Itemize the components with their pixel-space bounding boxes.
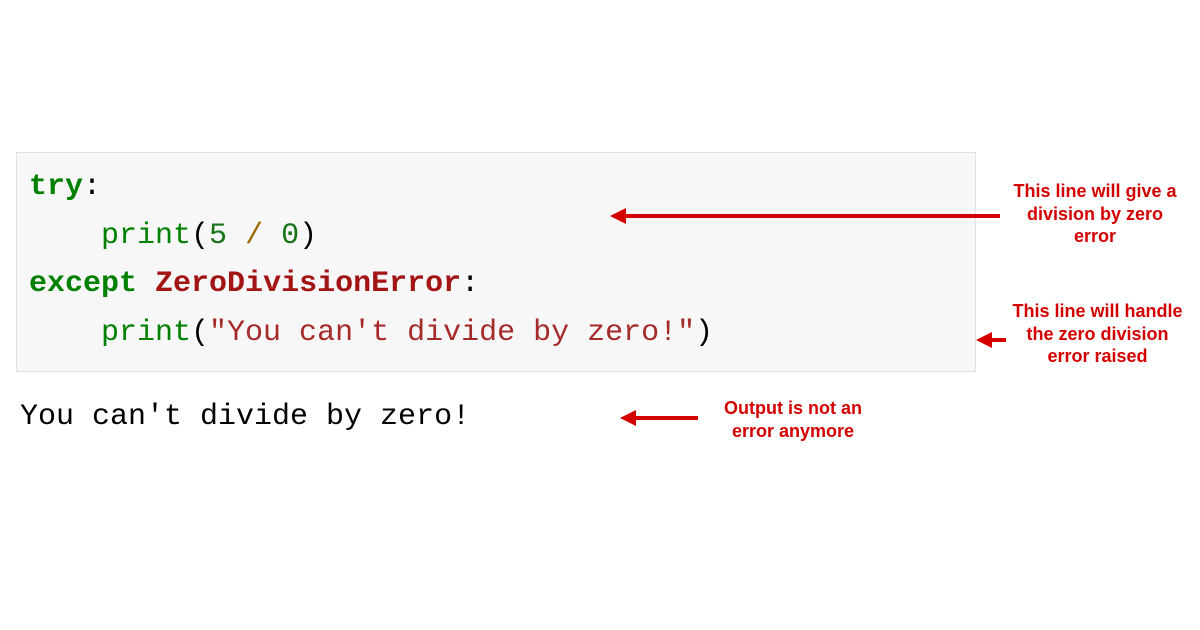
fn-print: print xyxy=(101,316,191,350)
op-slash: / xyxy=(245,219,263,253)
keyword-try: try xyxy=(29,170,83,204)
indent xyxy=(29,219,101,253)
rparen: ) xyxy=(299,219,317,253)
number-5: 5 xyxy=(209,219,227,253)
output-text: You can't divide by zero! xyxy=(20,400,470,434)
space xyxy=(263,219,281,253)
annotation-3: Output is not an error anymore xyxy=(702,397,884,442)
exception-name: ZeroDivisionError xyxy=(155,267,461,301)
space xyxy=(227,219,245,253)
rparen: ) xyxy=(695,316,713,350)
lparen: ( xyxy=(191,219,209,253)
lparen: ( xyxy=(191,316,209,350)
annotation-1: This line will give a division by zero e… xyxy=(1010,180,1180,248)
colon: : xyxy=(461,267,479,301)
annotation-2: This line will handle the zero division … xyxy=(1010,300,1185,368)
string-literal: "You can't divide by zero!" xyxy=(209,316,695,350)
fn-print: print xyxy=(101,219,191,253)
indent xyxy=(29,316,101,350)
colon: : xyxy=(83,170,101,204)
code-block: try: print(5 / 0) except ZeroDivisionErr… xyxy=(16,152,976,372)
space xyxy=(137,267,155,301)
keyword-except: except xyxy=(29,267,137,301)
number-0: 0 xyxy=(281,219,299,253)
